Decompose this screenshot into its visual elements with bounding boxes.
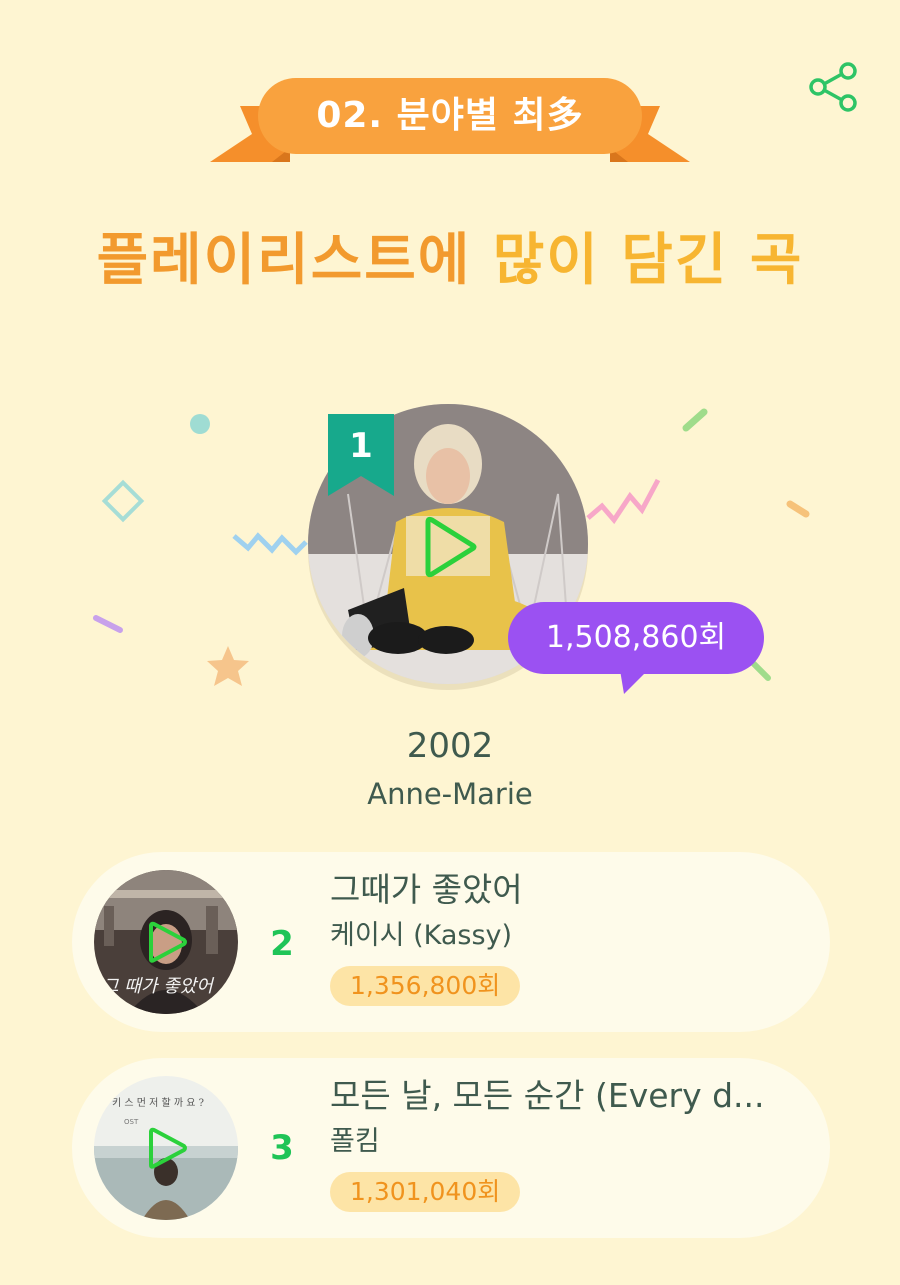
top-track-count: 1,508,860회 bbox=[545, 620, 727, 655]
track-artist[interactable]: 폴킴 bbox=[330, 1122, 380, 1162]
track-title[interactable]: 모든 날, 모든 순간 (Every d... bbox=[330, 1072, 800, 1120]
chart-page: 02. 분야별 최多 플레이리스트에 많이 담긴 곡 1 1,508,860회 … bbox=[0, 0, 900, 1285]
track-card-3[interactable]: 키 스 먼 저 할 까 요 ? OST 3 모든 날, 모든 순간 (Every… bbox=[72, 1058, 830, 1238]
track-count-pill: 1,356,800회 bbox=[330, 966, 521, 1006]
track-cover[interactable]: 그 때가 좋았어 bbox=[94, 870, 238, 1014]
track-card-2[interactable]: 그 때가 좋았어 2 그때가 좋았어 케이시 (Kassy) 1,356,800… bbox=[72, 852, 830, 1032]
page-title-part1: 플레이리스트에 bbox=[96, 228, 472, 293]
track-rank: 2 bbox=[270, 924, 294, 964]
page-title-part2: 많이 담긴 곡 bbox=[492, 228, 804, 293]
page-title: 플레이리스트에 많이 담긴 곡 bbox=[0, 218, 900, 304]
play-icon bbox=[425, 516, 477, 578]
track-count-pill: 1,301,040회 bbox=[330, 1172, 521, 1212]
svg-text:그 때가 좋았어: 그 때가 좋았어 bbox=[102, 976, 215, 997]
play-icon bbox=[149, 1127, 187, 1169]
track-cover[interactable]: 키 스 먼 저 할 까 요 ? OST bbox=[94, 1076, 238, 1220]
track-rank: 3 bbox=[270, 1128, 294, 1168]
svg-text:키 스 먼 저 할 까 요 ?: 키 스 먼 저 할 까 요 ? bbox=[112, 1097, 204, 1109]
top-track-title[interactable]: 2002 bbox=[0, 722, 900, 770]
track-title[interactable]: 그때가 좋았어 bbox=[330, 866, 800, 914]
svg-text:OST: OST bbox=[124, 1118, 139, 1126]
track-artist[interactable]: 케이시 (Kassy) bbox=[330, 916, 512, 956]
play-icon bbox=[149, 921, 187, 963]
section-badge-label: 02. 분야별 최多 bbox=[316, 95, 584, 136]
top-track-artist[interactable]: Anne-Marie bbox=[0, 772, 900, 816]
top-track-rank: 1 bbox=[349, 426, 373, 466]
